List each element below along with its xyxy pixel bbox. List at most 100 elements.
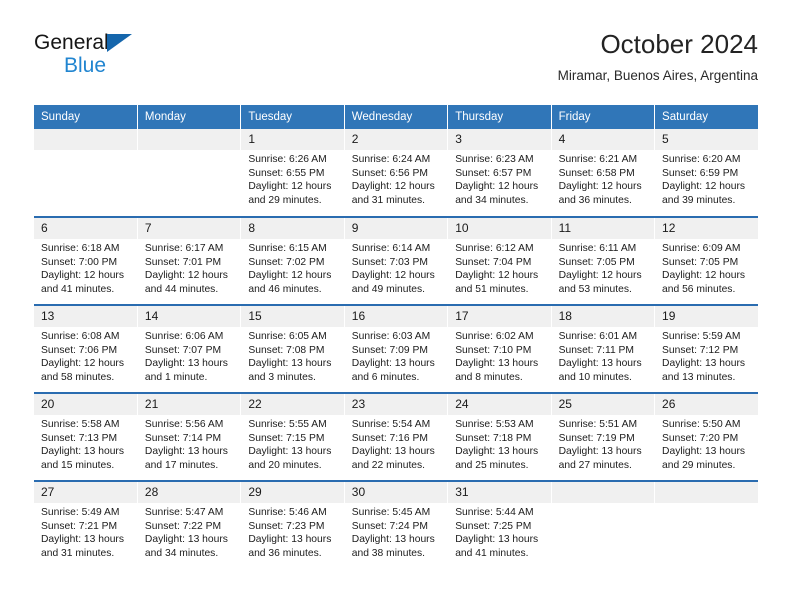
daylight-text-line1: Daylight: 13 hours [662, 446, 746, 458]
day-cell[interactable]: 3 Sunrise: 6:23 AM Sunset: 6:57 PM Daylight… [447, 129, 552, 218]
day-number: 26 [655, 394, 758, 415]
daylight-text-line2: and 44 minutes. [144, 283, 219, 295]
day-details: Sunrise: 5:50 AM Sunset: 7:20 PM Daylight:… [655, 415, 758, 472]
day-details: Sunrise: 6:20 AM Sunset: 6:59 PM Daylight:… [655, 150, 758, 207]
day-cell-empty [137, 129, 242, 218]
day-details: Sunrise: 6:18 AM Sunset: 7:00 PM Daylight:… [34, 239, 137, 296]
day-cell[interactable]: 31 Sunrise: 5:44 AM Sunset: 7:25 PM Dayligh… [447, 481, 552, 569]
sunrise-text: Sunrise: 6:02 AM [455, 331, 534, 342]
day-cell[interactable]: 18 Sunrise: 6:01 AM Sunset: 7:11 PM Dayligh… [551, 305, 656, 394]
day-cell[interactable]: 23 Sunrise: 5:54 AM Sunset: 7:16 PM Dayligh… [344, 393, 449, 482]
sunrise-text: Sunrise: 6:05 AM [248, 331, 327, 342]
sunrise-text: Sunrise: 6:09 AM [662, 243, 741, 254]
day-cell[interactable]: 30 Sunrise: 5:45 AM Sunset: 7:24 PM Dayligh… [344, 481, 449, 569]
daylight-text-line1: Daylight: 12 hours [455, 181, 539, 193]
calendar-header-row: Sunday Monday Tuesday Wednesday Thursday… [34, 105, 758, 129]
day-cell[interactable]: 9 Sunrise: 6:14 AM Sunset: 7:03 PM Daylight… [344, 217, 449, 306]
day-details: Sunrise: 5:59 AM Sunset: 7:12 PM Daylight:… [655, 327, 758, 384]
sunset-text: Sunset: 7:24 PM [351, 520, 428, 532]
sunset-text: Sunset: 7:07 PM [144, 344, 222, 356]
day-cell[interactable]: 15 Sunrise: 6:05 AM Sunset: 7:08 PM Dayligh… [240, 305, 345, 394]
daylight-text-line2: and 29 minutes. [248, 194, 322, 206]
sunrise-text: Sunrise: 5:59 AM [662, 331, 741, 342]
daylight-text-line1: Daylight: 13 hours [41, 534, 124, 546]
daylight-text-line1: Daylight: 13 hours [248, 534, 332, 546]
day-cell[interactable]: 11 Sunrise: 6:11 AM Sunset: 7:05 PM Dayligh… [551, 217, 656, 306]
day-cell[interactable]: 12 Sunrise: 6:09 AM Sunset: 7:05 PM Dayligh… [654, 217, 758, 306]
sunset-text: Sunset: 7:23 PM [248, 520, 325, 532]
daylight-text-line1: Daylight: 12 hours [41, 358, 124, 370]
sunrise-text: Sunrise: 5:49 AM [41, 507, 120, 518]
title-block: October 2024 Miramar, Buenos Aires, Arge… [558, 28, 758, 86]
day-cell[interactable]: 20 Sunrise: 5:58 AM Sunset: 7:13 PM Dayligh… [34, 393, 138, 482]
calendar-week-row: 1 Sunrise: 6:26 AM Sunset: 6:55 PM Daylight… [34, 129, 758, 218]
day-cell[interactable]: 24 Sunrise: 5:53 AM Sunset: 7:18 PM Dayligh… [447, 393, 552, 482]
sunset-text: Sunset: 7:00 PM [41, 256, 118, 268]
sunrise-text: Sunrise: 5:45 AM [351, 507, 431, 518]
day-number: 21 [137, 394, 241, 415]
daylight-text-line1: Daylight: 12 hours [248, 181, 332, 193]
page-header: General Blue October 2024 Miramar, Bueno… [34, 28, 758, 98]
sunrise-text: Sunrise: 5:46 AM [248, 507, 327, 518]
sunset-text: Sunset: 7:21 PM [41, 520, 118, 532]
sunset-text: Sunset: 6:57 PM [455, 167, 532, 179]
sunrise-text: Sunrise: 5:51 AM [558, 419, 638, 430]
day-number: 19 [655, 306, 758, 327]
sunrise-text: Sunrise: 6:26 AM [248, 154, 327, 165]
daylight-text-line1: Daylight: 12 hours [558, 270, 642, 282]
sunset-text: Sunset: 7:14 PM [144, 432, 222, 444]
day-number: 6 [34, 218, 137, 239]
day-details: Sunrise: 6:24 AM Sunset: 6:56 PM Daylight:… [345, 150, 447, 207]
day-number [551, 482, 655, 503]
day-cell[interactable]: 16 Sunrise: 6:03 AM Sunset: 7:09 PM Dayligh… [344, 305, 449, 394]
day-details: Sunrise: 6:14 AM Sunset: 7:03 PM Daylight:… [345, 239, 447, 296]
day-cell-empty [34, 129, 138, 218]
day-cell[interactable]: 1 Sunrise: 6:26 AM Sunset: 6:55 PM Daylight… [240, 129, 345, 218]
sunrise-text: Sunrise: 5:55 AM [248, 419, 327, 430]
day-cell[interactable]: 2 Sunrise: 6:24 AM Sunset: 6:56 PM Daylight… [344, 129, 449, 218]
triangle-icon [107, 34, 132, 52]
day-cell[interactable]: 10 Sunrise: 6:12 AM Sunset: 7:04 PM Dayligh… [447, 217, 552, 306]
day-details: Sunrise: 5:56 AM Sunset: 7:14 PM Daylight:… [138, 415, 240, 472]
daylight-text-line1: Daylight: 13 hours [144, 446, 228, 458]
day-cell[interactable]: 4 Sunrise: 6:21 AM Sunset: 6:58 PM Daylight… [551, 129, 656, 218]
day-cell[interactable]: 6 Sunrise: 6:18 AM Sunset: 7:00 PM Daylight… [34, 217, 138, 306]
sunrise-text: Sunrise: 6:15 AM [248, 243, 327, 254]
sunrise-text: Sunrise: 5:58 AM [41, 419, 120, 430]
day-cell[interactable]: 21 Sunrise: 5:56 AM Sunset: 7:14 PM Dayligh… [137, 393, 242, 482]
day-cell[interactable]: 14 Sunrise: 6:06 AM Sunset: 7:07 PM Dayligh… [137, 305, 242, 394]
day-cell[interactable]: 25 Sunrise: 5:51 AM Sunset: 7:19 PM Dayligh… [551, 393, 656, 482]
weekday-header-sunday: Sunday [34, 105, 138, 129]
day-cell[interactable]: 17 Sunrise: 6:02 AM Sunset: 7:10 PM Dayligh… [447, 305, 552, 394]
daylight-text-line1: Daylight: 12 hours [558, 181, 642, 193]
day-cell[interactable]: 8 Sunrise: 6:15 AM Sunset: 7:02 PM Daylight… [240, 217, 345, 306]
day-details: Sunrise: 6:23 AM Sunset: 6:57 PM Daylight:… [448, 150, 550, 207]
day-cell[interactable]: 28 Sunrise: 5:47 AM Sunset: 7:22 PM Dayligh… [137, 481, 242, 569]
daylight-text-line1: Daylight: 13 hours [455, 534, 539, 546]
daylight-text-line2: and 41 minutes. [455, 547, 529, 559]
day-cell[interactable]: 5 Sunrise: 6:20 AM Sunset: 6:59 PM Daylight… [654, 129, 758, 218]
sunrise-text: Sunrise: 5:54 AM [351, 419, 431, 430]
day-details: Sunrise: 6:21 AM Sunset: 6:58 PM Daylight:… [552, 150, 654, 207]
sunrise-text: Sunrise: 6:06 AM [144, 331, 224, 342]
daylight-text-line2: and 31 minutes. [41, 547, 115, 559]
day-cell[interactable]: 29 Sunrise: 5:46 AM Sunset: 7:23 PM Dayligh… [240, 481, 345, 569]
sunset-text: Sunset: 7:08 PM [248, 344, 325, 356]
weekday-header-monday: Monday [137, 105, 242, 129]
day-cell[interactable]: 13 Sunrise: 6:08 AM Sunset: 7:06 PM Dayligh… [34, 305, 138, 394]
day-number [34, 129, 137, 150]
day-cell[interactable]: 19 Sunrise: 5:59 AM Sunset: 7:12 PM Dayligh… [654, 305, 758, 394]
day-number: 15 [241, 306, 344, 327]
sunset-text: Sunset: 6:58 PM [558, 167, 635, 179]
day-cell[interactable]: 27 Sunrise: 5:49 AM Sunset: 7:21 PM Dayligh… [34, 481, 138, 569]
daylight-text-line1: Daylight: 12 hours [662, 181, 746, 193]
daylight-text-line1: Daylight: 12 hours [662, 270, 746, 282]
daylight-text-line2: and 29 minutes. [662, 459, 736, 471]
sunrise-text: Sunrise: 5:47 AM [144, 507, 224, 518]
daylight-text-line2: and 31 minutes. [351, 194, 426, 206]
day-cell[interactable]: 7 Sunrise: 6:17 AM Sunset: 7:01 PM Daylight… [137, 217, 242, 306]
daylight-text-line1: Daylight: 13 hours [662, 358, 746, 370]
day-cell[interactable]: 22 Sunrise: 5:55 AM Sunset: 7:15 PM Dayligh… [240, 393, 345, 482]
day-cell[interactable]: 26 Sunrise: 5:50 AM Sunset: 7:20 PM Dayligh… [654, 393, 758, 482]
day-number: 28 [137, 482, 241, 503]
